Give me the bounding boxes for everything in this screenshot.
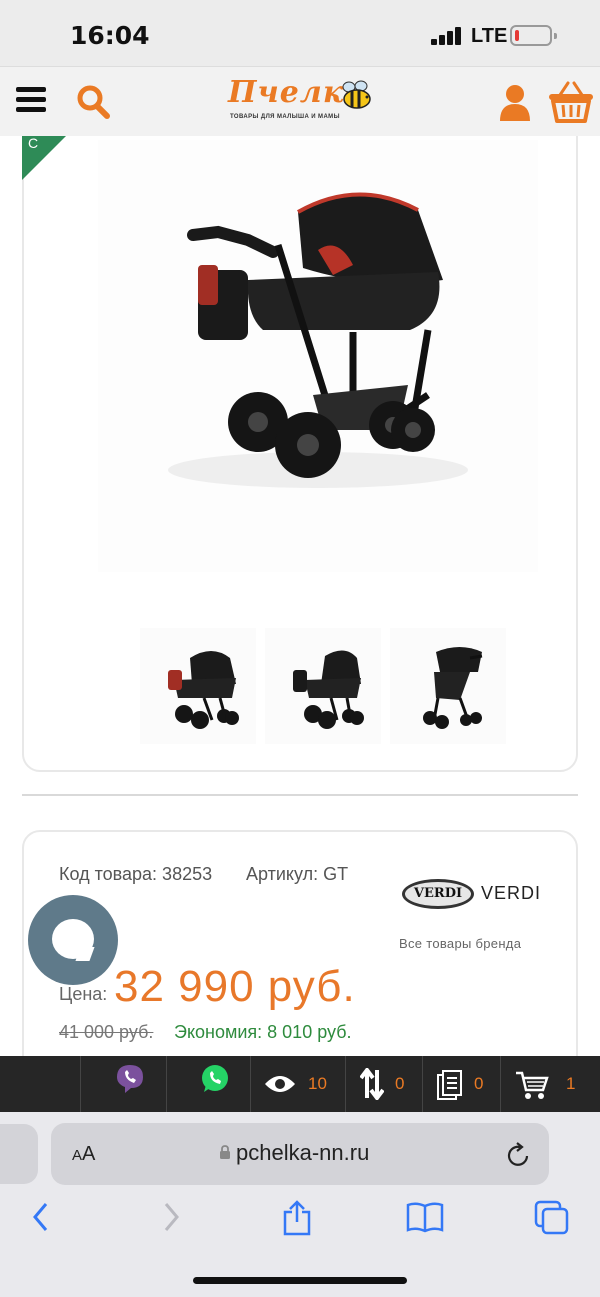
thumbnail-3[interactable] [390,628,506,744]
reload-icon[interactable] [506,1140,532,1168]
cart-count: 1 [566,1074,576,1093]
site-header: Пчелка ТОВАРЫ ДЛЯ МАЛЫША И МАМЫ [0,66,600,136]
section-divider [22,794,578,796]
compare-count: 0 [395,1074,405,1093]
back-icon[interactable] [30,1200,52,1239]
cart-icon[interactable] [548,81,594,123]
bee-logo-icon [340,79,374,111]
url-text[interactable]: pchelka-nn.ru [236,1140,369,1166]
status-bar: 16:04 LTE [0,0,600,66]
page: 16:04 LTE C Пчелка ТОВАРЫ ДЛЯ МАЛЫША И М… [0,0,600,1297]
views-count: 10 [308,1074,327,1093]
economy-amount: Экономия: 8 010 руб. [174,1022,352,1042]
logo-tagline: ТОВАРЫ ДЛЯ МАЛЫША И МАМЫ [230,114,340,120]
brand-name[interactable]: VERDI [481,883,541,904]
list-icon[interactable] [437,1070,463,1105]
text-size-button[interactable]: AA [72,1143,95,1166]
user-icon[interactable] [498,84,532,122]
menu-icon[interactable] [16,87,46,113]
site-logo[interactable]: Пчелка ТОВАРЫ ДЛЯ МАЛЫША И МАМЫ [228,75,374,131]
search-icon[interactable] [76,84,110,120]
badge-ribbon: C [22,136,66,180]
product-price: 32 990 руб. [114,962,356,1011]
svg-text:C: C [28,136,38,151]
battery-icon [510,25,557,46]
chat-button[interactable] [28,895,118,985]
home-indicator [193,1277,407,1284]
bookmarks-icon[interactable] [406,1200,444,1239]
brand-logo[interactable]: VERDI [402,879,474,909]
eye-icon[interactable] [264,1074,296,1099]
status-time: 16:04 [70,21,150,50]
viber-icon[interactable] [116,1064,144,1099]
price-label: Цена: [59,984,108,1004]
whatsapp-icon[interactable] [200,1064,230,1099]
tabs-icon[interactable] [534,1200,570,1241]
old-price: 41 000 руб. [59,1022,154,1042]
signal-icon [431,27,463,45]
product-main-photo[interactable] [98,140,538,572]
compare-icon[interactable] [359,1066,385,1105]
share-icon[interactable] [282,1200,312,1241]
product-thumbnails [140,628,506,744]
bottom-toolbar [0,1056,600,1112]
thumbnail-1[interactable] [140,628,256,744]
forward-icon[interactable] [160,1200,182,1239]
previous-tab[interactable] [0,1124,38,1184]
thumbnail-2[interactable] [265,628,381,744]
network-label: LTE [471,25,508,47]
product-article: Артикул: GT [246,864,349,884]
toolbar-cart-icon[interactable] [515,1070,549,1105]
docs-count: 0 [474,1074,484,1093]
brand-all-products-link[interactable]: Все товары бренда [399,936,521,951]
lock-icon [219,1145,231,1160]
brand-logo-text: VERDI [413,886,463,901]
product-code: Код товара: 38253 [59,864,213,884]
